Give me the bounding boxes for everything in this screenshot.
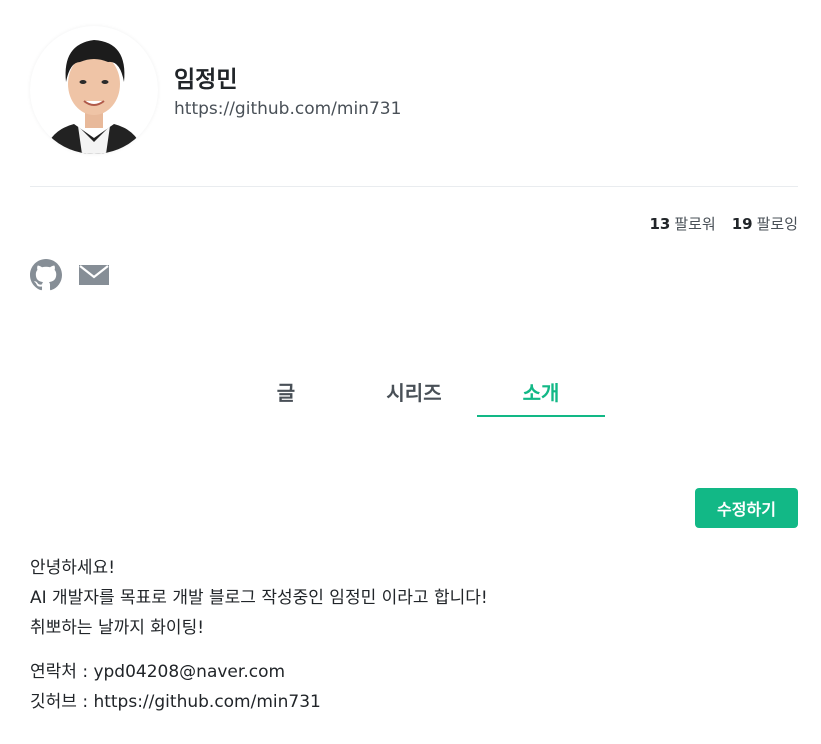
about-line: 안녕하세요! — [30, 558, 116, 578]
tab-about[interactable]: 소개 — [477, 370, 605, 416]
divider — [30, 186, 798, 187]
profile-tabs: 글 시리즈 소개 — [222, 370, 605, 418]
following-count: 19 — [731, 215, 753, 233]
following-link[interactable]: 19 팔로잉 — [732, 213, 798, 234]
tab-posts[interactable]: 글 — [222, 370, 350, 416]
github-icon[interactable] — [30, 259, 62, 295]
about-line: AI 개발자를 목표로 개발 블로그 작성중인 임정민 이라고 합니다! — [30, 588, 488, 608]
social-links — [30, 259, 110, 295]
followers-count: 13 — [649, 215, 671, 233]
avatar — [30, 26, 158, 154]
tab-series[interactable]: 시리즈 — [350, 370, 478, 416]
followers-link[interactable]: 13 팔로워 — [649, 213, 715, 234]
contact-email: 연락처 : ypd04208@naver.com — [30, 662, 286, 682]
about-content: 안녕하세요! AI 개발자를 목표로 개발 블로그 작성중인 임정민 이라고 합… — [30, 553, 488, 717]
avatar-image — [30, 26, 158, 154]
follow-stats: 13 팔로워 19 팔로잉 — [649, 213, 798, 234]
contact-github: 깃허브 : https://github.com/min731 — [30, 692, 321, 712]
about-line: 취뽀하는 날까지 화이팅! — [30, 618, 205, 638]
followers-label: 팔로워 — [674, 215, 716, 233]
profile-url-link[interactable]: https://github.com/min731 — [174, 99, 401, 119]
active-tab-indicator — [477, 415, 605, 417]
profile-name: 임정민 — [174, 67, 238, 93]
edit-button[interactable]: 수정하기 — [695, 488, 798, 528]
mail-icon[interactable] — [78, 263, 110, 291]
following-label: 팔로잉 — [756, 215, 798, 233]
